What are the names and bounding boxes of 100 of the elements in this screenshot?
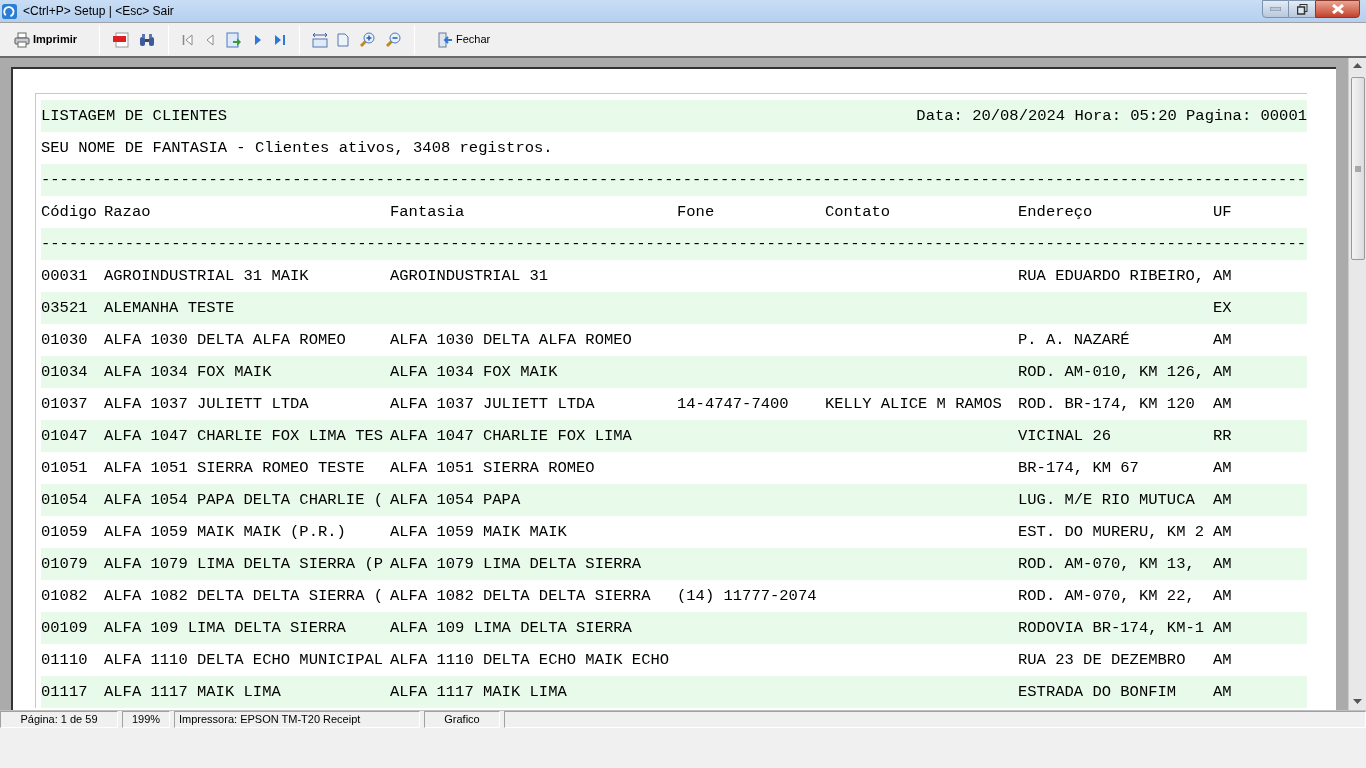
column-header: UF — [1213, 202, 1233, 223]
table-cell-text: ALFA 1117 MAIK LIMA — [390, 682, 568, 703]
table-cell-text: AM — [1213, 554, 1233, 575]
table-cell-text: ALFA 1037 JULIETT LTDA — [104, 394, 310, 415]
window-title: <Ctrl+P> Setup | <Esc> Sair — [23, 3, 174, 20]
table-cell-text: ROD. AM-010, KM 126, — [1018, 362, 1206, 383]
table-cell-text: ALFA 1047 CHARLIE FOX LIMA — [390, 426, 633, 447]
table-cell-text: ALFA 1030 DELTA ALFA ROMEO — [390, 330, 633, 351]
table-cell-text: ALFA 1051 SIERRA ROMEO TESTE — [104, 458, 366, 479]
vertical-scrollbar[interactable] — [1348, 58, 1366, 710]
table-cell-text: 00031 — [41, 266, 89, 287]
table-cell-text: 03521 — [41, 298, 89, 319]
fit-width-icon[interactable] — [312, 31, 328, 48]
table-cell-text: ALFA 1030 DELTA ALFA ROMEO — [104, 330, 347, 351]
table-cell-text: 01117 — [41, 682, 89, 703]
table-cell-text: AM — [1213, 362, 1233, 383]
table-cell-text: ALFA 1054 PAPA DELTA CHARLIE ( — [104, 490, 385, 511]
dashed-separator: ---------------------------------------------------------------------------------------------------------------------------------------- — [41, 170, 1306, 191]
table-cell-text: ALFA 1037 JULIETT LTDA — [390, 394, 596, 415]
table-cell-text: ALFA 109 LIMA DELTA SIERRA — [390, 618, 633, 639]
table-cell-text: RODOVIA BR-174, KM-1 — [1018, 618, 1206, 639]
table-cell-text: RUA 23 DE DEZEMBRO — [1018, 650, 1187, 671]
column-header: Fantasia — [390, 202, 466, 223]
app-icon — [2, 3, 17, 19]
scroll-down-icon[interactable] — [1353, 699, 1362, 705]
table-cell-text: ALFA 1047 CHARLIE FOX LIMA TES — [104, 426, 385, 447]
grip-icon — [1354, 165, 1361, 172]
minimize-icon — [1270, 7, 1281, 11]
table-cell-text: LUG. M/E RIO MUTUCA — [1018, 490, 1196, 511]
table-cell-text: 01079 — [41, 554, 89, 575]
table-cell-text: VICINAL 26 — [1018, 426, 1112, 447]
binoculars-icon[interactable] — [139, 31, 155, 48]
zoom-out-icon[interactable] — [385, 31, 401, 48]
dashed-separator: ---------------------------------------------------------------------------------------------------------------------------------------- — [41, 234, 1306, 255]
table-cell-text: BR-174, KM 67 — [1018, 458, 1140, 479]
table-cell-text: AM — [1213, 458, 1233, 479]
table-cell-text: AM — [1213, 682, 1233, 703]
table-cell-text: ALFA 1110 DELTA ECHO MUNICIPAL — [104, 650, 385, 671]
table-cell-text: ESTRADA DO BONFIM — [1018, 682, 1178, 703]
table-cell-text: ALFA 1079 LIMA DELTA SIERRA — [390, 554, 643, 575]
table-cell-text: AM — [1213, 330, 1233, 351]
table-cell-text: 01110 — [41, 650, 89, 671]
table-cell-text: ALFA 1034 FOX MAIK — [390, 362, 559, 383]
scroll-up-icon[interactable] — [1353, 63, 1362, 69]
page-icon[interactable] — [337, 32, 349, 47]
scroll-thumb[interactable] — [1350, 77, 1365, 260]
table-cell-text: KELLY ALICE M RAMOS — [825, 394, 1003, 415]
next-page-icon[interactable] — [254, 33, 262, 46]
table-cell-text: ALFA 1117 MAIK LIMA — [104, 682, 282, 703]
table-cell-text: ROD. AM-070, KM 22, — [1018, 586, 1196, 607]
table-cell-text: 14-4747-7400 — [677, 394, 790, 415]
maximize-button[interactable] — [1289, 0, 1315, 18]
close-report-button[interactable]: Fechar — [423, 25, 505, 54]
first-page-icon[interactable] — [182, 33, 194, 46]
table-cell-text: EX — [1213, 298, 1233, 319]
report-subtitle: SEU NOME DE FANTASIA - Clientes ativos, 3408 registros. — [41, 138, 553, 159]
render-mode: Grafico — [444, 712, 480, 728]
table-cell-text: EST. DO MURERU, KM 2 — [1018, 522, 1206, 543]
zoom-level: 199% — [131, 712, 161, 728]
column-header: Razao — [104, 202, 152, 223]
table-cell-text: 01037 — [41, 394, 89, 415]
table-cell-text: ALFA 1054 PAPA — [390, 490, 522, 511]
table-cell-text: (14) 11777-2074 — [677, 586, 818, 607]
table-cell-text: ALFA 1082 DELTA DELTA SIERRA — [390, 586, 652, 607]
table-cell-text: ALFA 1110 DELTA ECHO MAIK ECHO — [390, 650, 671, 671]
close-button[interactable] — [1315, 0, 1360, 18]
print-button[interactable]: Imprimir — [0, 25, 91, 54]
table-cell-text: ALFA 1059 MAIK MAIK (P.R.) — [104, 522, 347, 543]
restore-icon — [1296, 3, 1308, 15]
previous-page-icon[interactable] — [206, 33, 214, 46]
page-indicator: Página: 1 de 59 — [20, 712, 98, 728]
table-cell-text: ALFA 109 LIMA DELTA SIERRA — [104, 618, 347, 639]
table-cell-text: AM — [1213, 490, 1233, 511]
table-cell-text: AGROINDUSTRIAL 31 — [390, 266, 550, 287]
table-cell-text: ALFA 1051 SIERRA ROMEO — [390, 458, 596, 479]
table-cell-text: ALFA 1059 MAIK MAIK — [390, 522, 568, 543]
table-cell-text: 01082 — [41, 586, 89, 607]
go-to-page-icon[interactable] — [226, 31, 242, 48]
last-page-icon[interactable] — [274, 33, 286, 46]
table-cell-text: 00109 — [41, 618, 89, 639]
table-cell-text: ALFA 1082 DELTA DELTA SIERRA ( — [104, 586, 385, 607]
close-icon — [1331, 4, 1344, 14]
exit-door-icon — [437, 31, 453, 48]
table-cell-text: P. A. NAZARÉ — [1018, 330, 1131, 351]
table-cell-text: ALFA 1034 FOX MAIK — [104, 362, 273, 383]
column-header: Código — [41, 202, 98, 223]
table-cell-text: 01051 — [41, 458, 89, 479]
table-cell-text: 01034 — [41, 362, 89, 383]
column-header: Endereço — [1018, 202, 1094, 223]
column-header: Fone — [677, 202, 716, 223]
table-cell-text: 01054 — [41, 490, 89, 511]
zoom-in-icon[interactable] — [359, 31, 375, 48]
table-cell-text: ALFA 1079 LIMA DELTA SIERRA (P — [104, 554, 385, 575]
table-cell-text: RR — [1213, 426, 1233, 447]
table-cell-text: AM — [1213, 394, 1233, 415]
table-cell-text: AGROINDUSTRIAL 31 MAIK — [104, 266, 310, 287]
table-cell-text: RUA EDUARDO RIBEIRO, — [1018, 266, 1206, 287]
table-cell-text: ROD. AM-070, KM 13, — [1018, 554, 1196, 575]
table-cell-text: 01059 — [41, 522, 89, 543]
printer-name: Impressora: EPSON TM-T20 Receipt — [179, 712, 361, 728]
